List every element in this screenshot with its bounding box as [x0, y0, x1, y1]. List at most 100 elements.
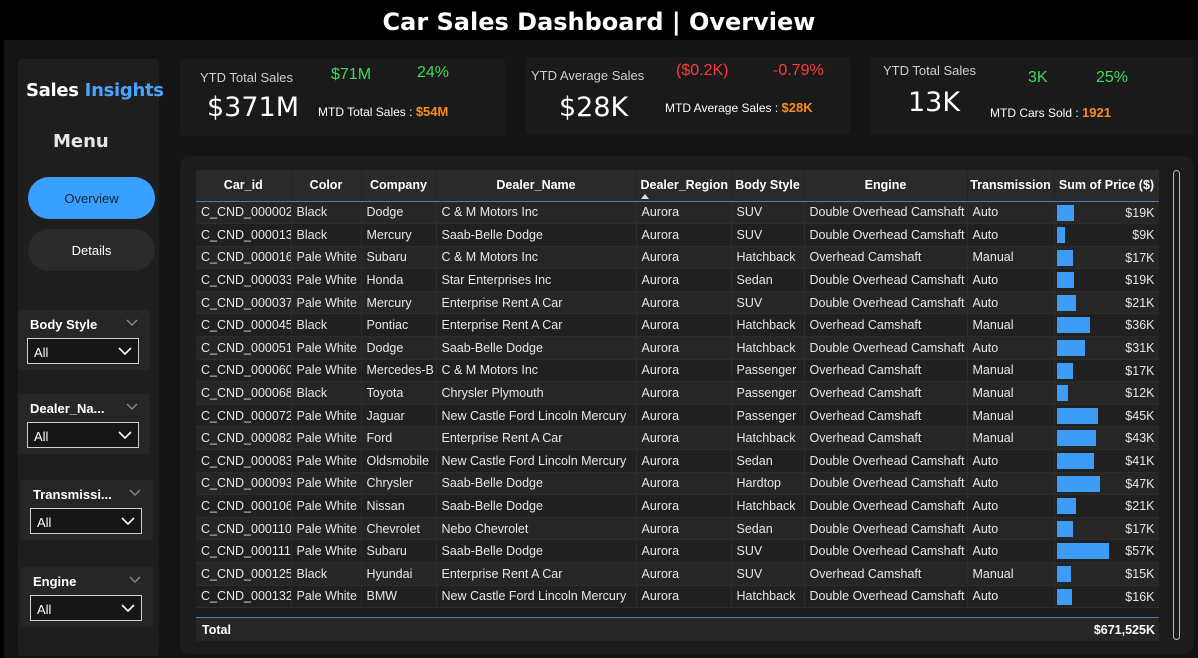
table-row[interactable]: C_CND_000072 Pale White Jaguar New Castle F…	[196, 404, 1159, 428]
body-style-dropdown[interactable]: All	[27, 338, 139, 364]
table-cell: Double Overhead Camshaft	[804, 449, 968, 473]
transmission-dropdown[interactable]: All	[30, 508, 142, 534]
table-cell: Aurora	[636, 494, 732, 518]
col-header-dealer-region[interactable]: Dealer_Region	[636, 170, 732, 202]
table-cell: Auto	[967, 517, 1055, 541]
chevron-down-icon[interactable]	[129, 486, 141, 498]
table-cell: SUV	[731, 223, 805, 247]
table-scrollbar[interactable]	[1171, 170, 1180, 640]
table-row[interactable]: C_CND_000045 Black Pontiac Enterprise Rent …	[196, 313, 1159, 338]
table-cell: Auto	[967, 472, 1055, 496]
table-cell: Toyota	[361, 381, 437, 405]
table-cell: Saab-Belle Dodge	[436, 472, 637, 496]
price-value: $12K	[1125, 386, 1155, 401]
price-value: $57K	[1125, 544, 1155, 559]
col-header-price[interactable]: Sum of Price ($)	[1054, 170, 1159, 202]
price-cell: $21K	[1054, 291, 1159, 315]
table-cell: C_CND_000051	[196, 336, 292, 360]
table-row[interactable]: C_CND_000132 Pale White BMW New Castle Ford…	[196, 585, 1159, 609]
table-row[interactable]: C_CND_000013 Black Mercury Saab-Belle Dodge…	[196, 223, 1159, 247]
col-header-body-style[interactable]: Body Style	[731, 170, 805, 202]
table-cell: Black	[291, 201, 362, 225]
table-cell: Manual	[967, 359, 1055, 383]
table-cell: C_CND_000093	[196, 472, 292, 496]
table-cell: Mercury	[361, 223, 437, 247]
table-cell: Aurora	[636, 359, 732, 383]
engine-dropdown[interactable]: All	[30, 595, 142, 621]
table-row[interactable]: C_CND_000016 Pale White Subaru C & M Motors…	[196, 246, 1159, 270]
table-row[interactable]: C_CND_000125 Black Hyundai Enterprise Rent …	[196, 562, 1159, 586]
col-header-car-id[interactable]: Car_id	[196, 170, 292, 202]
table-row[interactable]: C_CND_000051 Pale White Dodge Saab-Belle Do…	[196, 336, 1159, 360]
table-cell: Black	[291, 381, 362, 405]
table-cell: Overhead Camshaft	[804, 381, 968, 405]
slicer-label: Body Style	[30, 317, 98, 332]
price-value: $17K	[1125, 250, 1155, 265]
chevron-down-icon[interactable]	[126, 316, 138, 328]
table-row[interactable]: C_CND_000111 Pale White Subaru Saab-Belle D…	[196, 539, 1159, 563]
table-cell: Pale White	[291, 404, 362, 428]
price-cell: $17K	[1054, 359, 1159, 383]
col-header-company[interactable]: Company	[361, 170, 437, 202]
col-header-color[interactable]: Color	[291, 170, 362, 202]
table-cell: Manual	[967, 562, 1055, 586]
kpi-card-cars-sold: YTD Total Sales 13K 3K 25% MTD Cars Sold…	[871, 57, 1194, 134]
table-row[interactable]: C_CND_000060 Pale White Mercedes-B C & M Mo…	[196, 359, 1159, 383]
table-cell: Honda	[361, 268, 437, 292]
price-cell: $15K	[1054, 562, 1159, 586]
price-cell: $43K	[1054, 426, 1159, 451]
chevron-down-icon[interactable]	[129, 573, 141, 585]
chevron-down-icon[interactable]	[126, 400, 138, 412]
sales-table: Car_id Color Company Dealer_Name Dealer_…	[196, 170, 1159, 641]
kpi-delta-pct: -0.79%	[773, 62, 824, 79]
col-header-transmission[interactable]: Transmission	[967, 170, 1055, 202]
chevron-down-icon	[121, 517, 135, 526]
chevron-down-icon	[118, 431, 132, 440]
kpi-value: $371M	[207, 92, 300, 123]
kpi-sub-value: 1921	[1082, 105, 1111, 120]
table-cell: Hatchback	[731, 426, 805, 451]
slicer-label: Engine	[33, 574, 77, 589]
price-value: $43K	[1125, 431, 1155, 446]
kpi-delta-value: ($0.2K)	[676, 62, 729, 79]
col-header-engine[interactable]: Engine	[804, 170, 968, 202]
table-cell: C_CND_000083	[196, 449, 292, 473]
table-header-row: Car_id Color Company Dealer_Name Dealer_…	[196, 170, 1159, 202]
scroll-thumb[interactable]	[1173, 170, 1180, 640]
kpi-value: $28K	[559, 92, 629, 123]
price-value: $9K	[1132, 228, 1155, 243]
price-bar	[1056, 543, 1109, 560]
table-cell: C & M Motors Inc	[436, 201, 637, 225]
table-cell: Aurora	[636, 246, 732, 270]
table-cell: Enterprise Rent A Car	[436, 562, 637, 586]
table-row[interactable]: C_CND_000002 Black Dodge C & M Motors Inc Au…	[196, 201, 1159, 225]
table-row[interactable]: C_CND_000083 Pale White Oldsmobile New Cast…	[196, 449, 1159, 473]
table-row[interactable]: C_CND_000068 Black Toyota Chrysler Plymouth…	[196, 381, 1159, 405]
kpi-card-total-sales: YTD Total Sales $371M $71M 24% MTD Total…	[180, 59, 505, 136]
table-row[interactable]: C_CND_000033 Pale White Honda Star Enterpri…	[196, 268, 1159, 292]
col-header-dealer-name[interactable]: Dealer_Name	[436, 170, 637, 202]
table-row[interactable]: C_CND_000106 Pale White Nissan Saab-Belle D…	[196, 494, 1159, 518]
price-bar	[1056, 498, 1076, 515]
nav-overview-button[interactable]: Overview	[28, 177, 155, 219]
table-cell: Pale White	[291, 494, 362, 518]
kpi-sub-label: MTD Average Sales :	[665, 101, 779, 115]
price-value: $36K	[1125, 318, 1155, 333]
table-cell: C_CND_000013	[196, 223, 292, 247]
table-row[interactable]: C_CND_000093 Pale White Chrysler Saab-Belle…	[196, 472, 1159, 496]
table-row[interactable]: C_CND_000110 Pale White Chevrolet Nebo Chev…	[196, 517, 1159, 541]
dropdown-value: All	[34, 345, 49, 360]
table-row[interactable]: C_CND_000082 Pale White Ford Enterprise Ren…	[196, 426, 1159, 451]
dealer-name-dropdown[interactable]: All	[27, 422, 139, 448]
price-cell: $47K	[1054, 472, 1159, 496]
table-total-row: Total $671,525K	[196, 617, 1159, 641]
table-cell: Pale White	[291, 585, 362, 609]
price-value: $41K	[1125, 454, 1155, 469]
kpi-sub: MTD Cars Sold : 1921	[990, 105, 1111, 120]
table-row[interactable]: C_CND_000037 Pale White Mercury Enterprise …	[196, 291, 1159, 315]
nav-details-button[interactable]: Details	[28, 229, 155, 271]
price-bar	[1056, 566, 1071, 582]
table-cell: Hatchback	[731, 336, 805, 360]
table-cell: C_CND_000111	[196, 539, 292, 563]
table-cell: Aurora	[636, 449, 732, 473]
